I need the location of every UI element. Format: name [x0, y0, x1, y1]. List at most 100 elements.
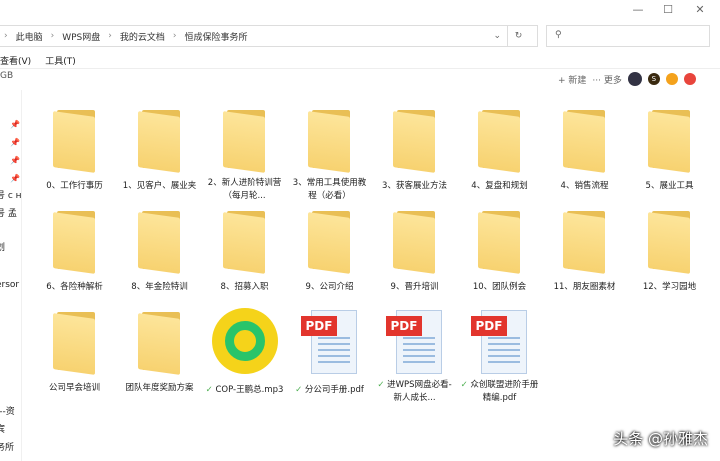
pin-icon: 📌: [10, 120, 20, 129]
new-button[interactable]: + 新建: [558, 73, 586, 86]
folder-item[interactable]: 4、销售流程: [542, 102, 627, 203]
pin-icon: 📌: [10, 156, 20, 165]
crown-icon[interactable]: [665, 73, 678, 85]
folder-item[interactable]: 4、复盘和规划: [457, 102, 542, 203]
more-button[interactable]: ··· 更多: [592, 73, 621, 86]
folder-item[interactable]: 团队年度奖励方案: [117, 304, 202, 405]
item-label: 3、获客展业方法: [382, 181, 447, 191]
folder-icon: [647, 211, 692, 274]
address-bar[interactable]: › 此电脑 › WPS网盘 › 我的云文档 › 恒成保险事务所 ⌄ ↻: [0, 25, 538, 47]
folder-icon: [52, 211, 97, 274]
pdf-tag: PDF: [385, 316, 423, 336]
item-label: COP-王鹏总.mp3: [215, 385, 284, 395]
folder-item[interactable]: 3、获客展业方法: [372, 102, 457, 203]
item-label: 11、朋友圈素材: [553, 282, 616, 292]
file-grid: 0、工作行事历 1、见客户、展业夹 2、新人进阶特训营（每月轮... 3、常用工具使用…: [32, 102, 712, 405]
folder-item[interactable]: 12、学习园地: [627, 203, 712, 304]
pdf-file-icon: PDF: [300, 310, 359, 374]
pdf-tag: PDF: [470, 316, 508, 336]
folder-icon: [137, 110, 182, 173]
nav-item[interactable]: ---资: [0, 404, 15, 417]
item-label: 6、各险种解析: [46, 282, 103, 292]
folder-icon: [222, 211, 267, 274]
folder-icon: [562, 211, 607, 274]
folder-item[interactable]: 1、见客户、展业夹: [117, 102, 202, 203]
pin-icon: 📌: [10, 138, 20, 147]
chevron-icon: ›: [108, 31, 112, 41]
breadcrumb-item[interactable]: 此电脑: [16, 30, 43, 43]
file-item[interactable]: PDF ✓ 分公司手册.pdf: [287, 304, 372, 405]
item-label: 4、销售流程: [560, 181, 609, 191]
close-button[interactable]: ✕: [690, 3, 710, 17]
toolbar: + 新建 ··· 更多 S: [558, 72, 696, 86]
item-label: 10、团队例会: [472, 282, 527, 292]
divider: [0, 68, 720, 69]
item-label: 5、展业工具: [645, 181, 694, 191]
folder-icon: [52, 312, 97, 375]
folder-icon: [222, 110, 267, 173]
menu-tools[interactable]: 工具(T): [45, 54, 76, 67]
folder-icon: [307, 110, 352, 173]
folder-icon: [52, 110, 97, 173]
refresh-icon[interactable]: ↻: [507, 26, 529, 46]
item-label: 12、学习园地: [642, 282, 697, 292]
folder-icon: [307, 211, 352, 274]
folder-item[interactable]: 8、年金险特训: [117, 203, 202, 304]
folder-icon: [562, 110, 607, 173]
breadcrumb-item[interactable]: WPS网盘: [62, 30, 100, 43]
file-item[interactable]: ✓ COP-王鹏总.mp3: [202, 304, 287, 405]
breadcrumb-item[interactable]: 恒成保险事务所: [185, 30, 248, 43]
chevron-icon: ›: [172, 31, 177, 41]
fire-icon[interactable]: [683, 73, 696, 85]
item-label: 8、年金险特训: [131, 282, 188, 292]
synced-check-icon: ✓: [460, 380, 471, 390]
folder-item[interactable]: 5、展业工具: [627, 102, 712, 203]
search-input[interactable]: ⚲: [546, 25, 710, 47]
pdf-tag: PDF: [300, 316, 338, 336]
folder-item[interactable]: 9、公司介绍: [287, 203, 372, 304]
folder-item[interactable]: 3、常用工具使用教程（必看）: [287, 102, 372, 203]
breadcrumb-item[interactable]: 我的云文档: [120, 30, 165, 43]
nav-item[interactable]: 号 c н: [0, 188, 21, 201]
item-label: 众创联盟进阶手册精编.pdf: [470, 380, 539, 403]
navigation-pane: 📌 📌 📌 📌 号 c н 号 孟 划 ersor ---资 宾 务所: [0, 90, 22, 461]
item-label: 2、新人进阶特训营（每月轮...: [207, 178, 282, 201]
nav-item[interactable]: 宾: [0, 422, 5, 435]
folder-icon: [392, 211, 437, 274]
file-item[interactable]: PDF ✓ 众创联盟进阶手册精编.pdf: [457, 304, 542, 405]
item-label: 分公司手册.pdf: [304, 385, 364, 395]
folder-item[interactable]: 6、各险种解析: [32, 203, 117, 304]
nav-item[interactable]: 号 孟: [0, 206, 17, 219]
chevron-down-icon[interactable]: ⌄: [493, 31, 501, 41]
item-label: 0、工作行事历: [46, 181, 103, 191]
nav-item[interactable]: 务所: [0, 440, 14, 453]
folder-icon: [137, 211, 182, 274]
folder-item[interactable]: 9、晋升培训: [372, 203, 457, 304]
synced-check-icon: ✓: [205, 385, 216, 395]
item-label: 公司早会培训: [48, 383, 100, 393]
folder-item[interactable]: 10、团队例会: [457, 203, 542, 304]
folder-item[interactable]: 公司早会培训: [32, 304, 117, 405]
maximize-button[interactable]: ☐: [658, 3, 678, 17]
search-icon: ⚲: [555, 30, 562, 40]
folder-item[interactable]: 11、朋友圈素材: [542, 203, 627, 304]
menu-view[interactable]: 查看(V): [0, 54, 31, 67]
avatar[interactable]: [627, 72, 642, 86]
file-item[interactable]: PDF ✓ 进WPS网盘必看-新人成长...: [372, 304, 457, 405]
nav-item[interactable]: ersor: [0, 280, 19, 290]
folder-item[interactable]: 0、工作行事历: [32, 102, 117, 203]
item-label: 1、见客户、展业夹: [122, 181, 197, 191]
folder-icon: [392, 110, 437, 173]
folder-icon: [477, 211, 522, 274]
folder-item[interactable]: 2、新人进阶特训营（每月轮...: [202, 102, 287, 203]
item-label: 9、公司介绍: [305, 282, 354, 292]
watermark: 头条 @孙雅杰: [613, 430, 708, 448]
item-label: 9、晋升培训: [390, 282, 439, 292]
folder-item[interactable]: 8、招募入职: [202, 203, 287, 304]
minimize-button[interactable]: —: [628, 3, 648, 17]
folder-icon: [647, 110, 692, 173]
s-badge-icon[interactable]: S: [647, 73, 660, 85]
nav-item[interactable]: 划: [0, 240, 5, 253]
chevron-icon: ›: [50, 31, 55, 41]
synced-check-icon: ✓: [295, 385, 305, 395]
